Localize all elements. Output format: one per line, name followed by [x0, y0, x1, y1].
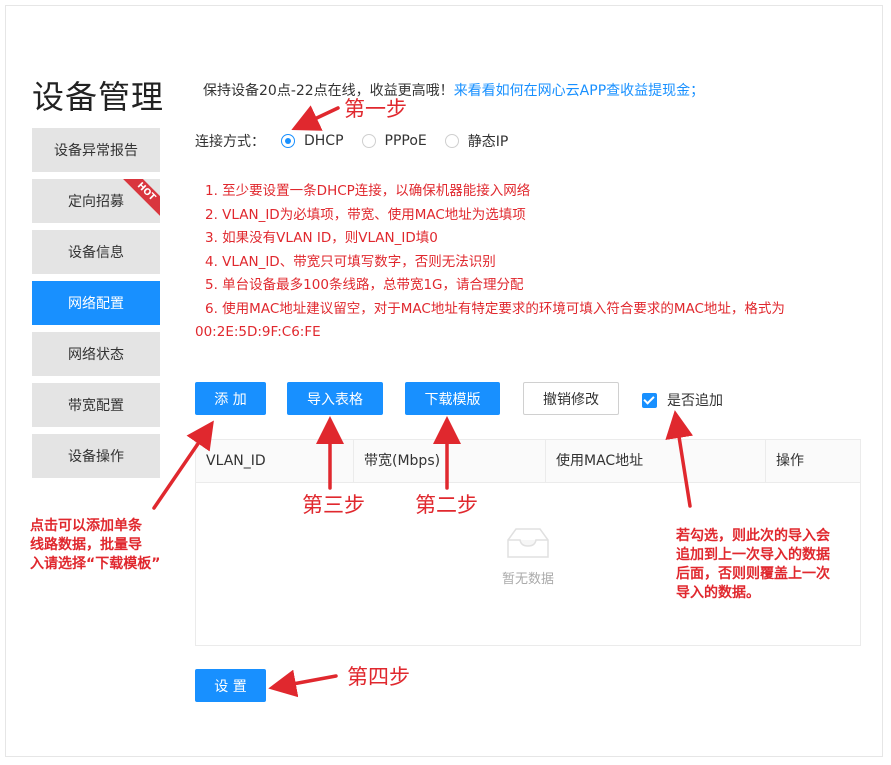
sidebar-item-network-config[interactable]: 网络配置 — [32, 281, 160, 325]
sidebar-item-bandwidth-config[interactable]: 带宽配置 — [32, 383, 160, 427]
sidebar-item-label: 设备异常报告 — [54, 143, 138, 159]
sidebar-item-abnormal-report[interactable]: 设备异常报告 — [32, 128, 160, 172]
radio-label: DHCP — [304, 133, 344, 149]
rule-item: 5. 单台设备最多100条线路，总带宽1G，请合理分配 — [205, 277, 524, 293]
sidebar-item-label: 带宽配置 — [68, 398, 124, 414]
sidebar-item-recruit[interactable]: 定向招募 HOT — [32, 179, 160, 223]
submit-button[interactable]: 设 置 — [195, 669, 266, 702]
sidebar: 设备异常报告 定向招募 HOT 设备信息 网络配置 网络状态 带宽配置 设备操作 — [32, 128, 160, 485]
append-checkbox[interactable]: 是否追加 — [642, 390, 723, 410]
rule-item: 3. 如果没有VLAN ID，则VLAN_ID填0 — [205, 230, 438, 246]
connection-mode: 连接方式： DHCP PPPoE 静态IP — [195, 131, 508, 151]
sidebar-item-network-status[interactable]: 网络状态 — [32, 332, 160, 376]
annotation-step3: 第三步 — [302, 493, 365, 517]
download-template-button[interactable]: 下载模版 — [405, 382, 500, 415]
rule-item: 1. 至少要设置一条DHCP连接，以确保机器能接入网络 — [205, 183, 531, 199]
annotation-append-note: 若勾选，则此次的导入会 追加到上一次导入的数据 后面，否则则覆盖上一次 导入的数… — [676, 527, 830, 603]
note-line: 入请选择“下载模板” — [30, 556, 161, 572]
note-line: 线路数据，批量导 — [30, 537, 142, 553]
radio-dot — [361, 134, 376, 148]
revert-button[interactable]: 撤销修改 — [523, 382, 619, 415]
import-table-button[interactable]: 导入表格 — [287, 382, 383, 415]
notice-text: 保持设备20点-22点在线，收益更高哦！ — [203, 83, 454, 99]
note-line: 点击可以添加单条 — [30, 518, 142, 534]
radio-dhcp[interactable]: DHCP — [281, 133, 344, 149]
radio-dot — [281, 134, 295, 148]
page-title: 设备管理 — [32, 78, 165, 116]
column-header: VLAN_ID — [206, 453, 266, 469]
sidebar-item-label: 设备信息 — [68, 245, 124, 261]
radio-static-ip[interactable]: 静态IP — [444, 131, 509, 151]
note-line: 追加到上一次导入的数据 — [676, 547, 830, 563]
checkbox-checked-icon — [642, 392, 657, 408]
rule-item: 00:2E:5D:9F:C6:FE — [195, 324, 321, 340]
annotation-step2: 第二步 — [415, 493, 478, 517]
rule-item: 2. VLAN_ID为必填项，带宽、使用MAC地址为选填项 — [205, 206, 526, 223]
notice-bar: 保持设备20点-22点在线，收益更高哦！来看看如何在网心云APP查收益提现金； — [203, 80, 704, 100]
column-header: 操作 — [765, 440, 861, 482]
annotation-step1: 第一步 — [344, 97, 407, 121]
sidebar-item-label: 设备操作 — [68, 449, 124, 465]
add-button[interactable]: 添 加 — [195, 382, 266, 415]
annotation-step4: 第四步 — [347, 665, 410, 689]
empty-box-icon — [507, 528, 549, 558]
rule-item: 4. VLAN_ID、带宽只可填写数字，否则无法识别 — [205, 253, 496, 270]
column-header: 使用MAC地址 — [545, 440, 765, 482]
rule-item: 6. 使用MAC地址建议留空，对于MAC地址有特定要求的环境可填入符合要求的MA… — [205, 300, 785, 317]
radio-label: 静态IP — [467, 134, 509, 150]
radio-pppoe[interactable]: PPPoE — [361, 133, 427, 149]
hot-badge: HOT — [121, 179, 160, 217]
append-label: 是否追加 — [667, 393, 723, 409]
rules-list: 1. 至少要设置一条DHCP连接，以确保机器能接入网络 2. VLAN_ID为必… — [195, 180, 865, 345]
connection-label: 连接方式： — [195, 134, 265, 150]
radio-label: PPPoE — [384, 133, 427, 149]
sidebar-item-label: 定向招募 — [68, 194, 124, 210]
notice-link[interactable]: 来看看如何在网心云APP查收益提现金； — [454, 83, 704, 99]
note-line: 后面，否则则覆盖上一次 — [676, 566, 830, 582]
column-header: 带宽(Mbps) — [353, 440, 545, 482]
sidebar-item-device-operation[interactable]: 设备操作 — [32, 434, 160, 478]
sidebar-item-label: 网络配置 — [68, 296, 124, 312]
radio-dot — [444, 134, 459, 148]
annotation-add-note: 点击可以添加单条 线路数据，批量导 入请选择“下载模板” — [30, 517, 160, 574]
sidebar-item-label: 网络状态 — [68, 347, 124, 363]
table-header: VLAN_ID 带宽(Mbps) 使用MAC地址 操作 — [196, 440, 860, 483]
note-line: 若勾选，则此次的导入会 — [676, 528, 830, 544]
note-line: 导入的数据。 — [676, 585, 760, 601]
sidebar-item-device-info[interactable]: 设备信息 — [32, 230, 160, 274]
